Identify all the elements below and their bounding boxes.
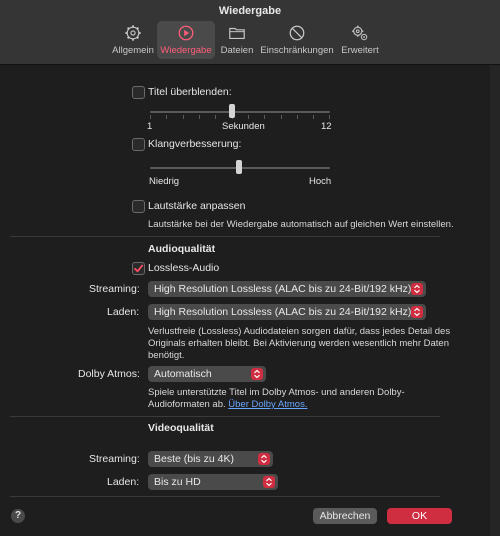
tab-dateien[interactable]: Dateien [218, 21, 256, 59]
checkmark-icon [134, 264, 144, 273]
section-divider [10, 496, 440, 497]
crossfade-checkbox[interactable] [132, 86, 145, 99]
dolby-atmos-value: Automatisch [154, 368, 212, 380]
dolby-atmos-label: Dolby Atmos: [78, 368, 140, 380]
section-divider [10, 236, 440, 237]
sound-enhancer-checkbox[interactable] [132, 138, 145, 151]
gears-icon [352, 25, 368, 41]
tab-label: Dateien [220, 45, 254, 56]
sound-enhancer-slider-knob[interactable] [236, 160, 242, 174]
tab-label: Erweitert [341, 45, 379, 56]
folder-icon [229, 27, 245, 39]
sound-enhancer-high-label: Hoch [309, 176, 332, 187]
crossfade-min-label: 1 [147, 121, 153, 132]
video-quality-heading: Videoqualität [148, 422, 214, 434]
crossfade-slider-track [150, 111, 330, 113]
video-download-popup[interactable]: Bis zu HD [148, 474, 278, 490]
audio-download-label: Laden: [107, 306, 140, 318]
sound-check-description: Lautstärke bei der Wiedergabe automatisc… [148, 219, 454, 230]
video-streaming-value: Beste (bis zu 4K) [154, 453, 234, 465]
tab-label: Wiedergabe [160, 45, 212, 56]
prohibited-icon [289, 25, 305, 41]
about-dolby-atmos-link[interactable]: Über Dolby Atmos. [228, 399, 307, 410]
sound-enhancer-label: Klangverbesserung: [148, 138, 242, 150]
tab-erweitert[interactable]: Erweitert [338, 21, 382, 59]
audio-streaming-value: High Resolution Lossless (ALAC bis zu 24… [154, 283, 412, 295]
lossless-checkbox[interactable] [132, 262, 145, 275]
dolby-description-line: Spiele unterstützte Titel im Dolby Atmos… [148, 387, 405, 398]
lossless-description-line: Verlustfreie (Lossless) Audiodateien sor… [148, 326, 451, 337]
audio-streaming-popup[interactable]: High Resolution Lossless (ALAC bis zu 24… [148, 281, 426, 297]
video-streaming-popup[interactable]: Beste (bis zu 4K) [148, 451, 273, 467]
toolbar: Wiedergabe Allgemein Wiedergabe Dateien [0, 0, 500, 65]
video-download-value: Bis zu HD [154, 476, 201, 488]
window-title: Wiedergabe [218, 5, 282, 17]
tab-label: Allgemein [112, 45, 154, 56]
chevron-updown-icon [258, 453, 270, 465]
tab-einschraenkungen[interactable]: Einschränkungen [259, 21, 335, 59]
audio-quality-heading: Audioqualität [148, 243, 216, 255]
dolby-description-text: Audioformaten ab. [148, 399, 226, 410]
lossless-description-line: Originals erhalten bleibt. Bei Aktivieru… [148, 338, 449, 349]
ok-button[interactable]: OK [387, 508, 452, 524]
crossfade-label: Titel überblenden: [148, 86, 232, 98]
cancel-button[interactable]: Abbrechen [313, 508, 377, 524]
chevron-updown-icon [251, 368, 263, 380]
lossless-label: Lossless-Audio [148, 262, 220, 274]
play-circle-icon [178, 25, 194, 41]
gear-icon [125, 25, 141, 41]
tab-label: Einschränkungen [260, 45, 334, 56]
video-streaming-label: Streaming: [89, 453, 140, 465]
crossfade-slider-knob[interactable] [229, 104, 235, 118]
sound-check-checkbox[interactable] [132, 200, 145, 213]
lossless-description-line: benötigt. [148, 350, 185, 361]
section-divider [10, 416, 440, 417]
chevron-updown-icon [263, 476, 275, 488]
tab-allgemein[interactable]: Allgemein [110, 21, 156, 59]
crossfade-max-label: 12 [321, 121, 332, 132]
dolby-description-line: Audioformaten ab. Über Dolby Atmos. [148, 399, 307, 411]
help-button[interactable]: ? [11, 509, 25, 523]
video-download-label: Laden: [107, 476, 140, 488]
audio-download-popup[interactable]: High Resolution Lossless (ALAC bis zu 24… [148, 304, 426, 320]
audio-streaming-label: Streaming: [89, 283, 140, 295]
audio-download-value: High Resolution Lossless (ALAC bis zu 24… [154, 306, 412, 318]
dolby-atmos-popup[interactable]: Automatisch [148, 366, 266, 382]
tab-wiedergabe[interactable]: Wiedergabe [157, 21, 215, 59]
chevron-updown-icon [411, 306, 423, 318]
window-edge [490, 0, 500, 536]
sound-enhancer-low-label: Niedrig [149, 176, 180, 187]
crossfade-unit-label: Sekunden [222, 121, 265, 132]
sound-check-label: Lautstärke anpassen [148, 200, 246, 212]
chevron-updown-icon [411, 283, 423, 295]
